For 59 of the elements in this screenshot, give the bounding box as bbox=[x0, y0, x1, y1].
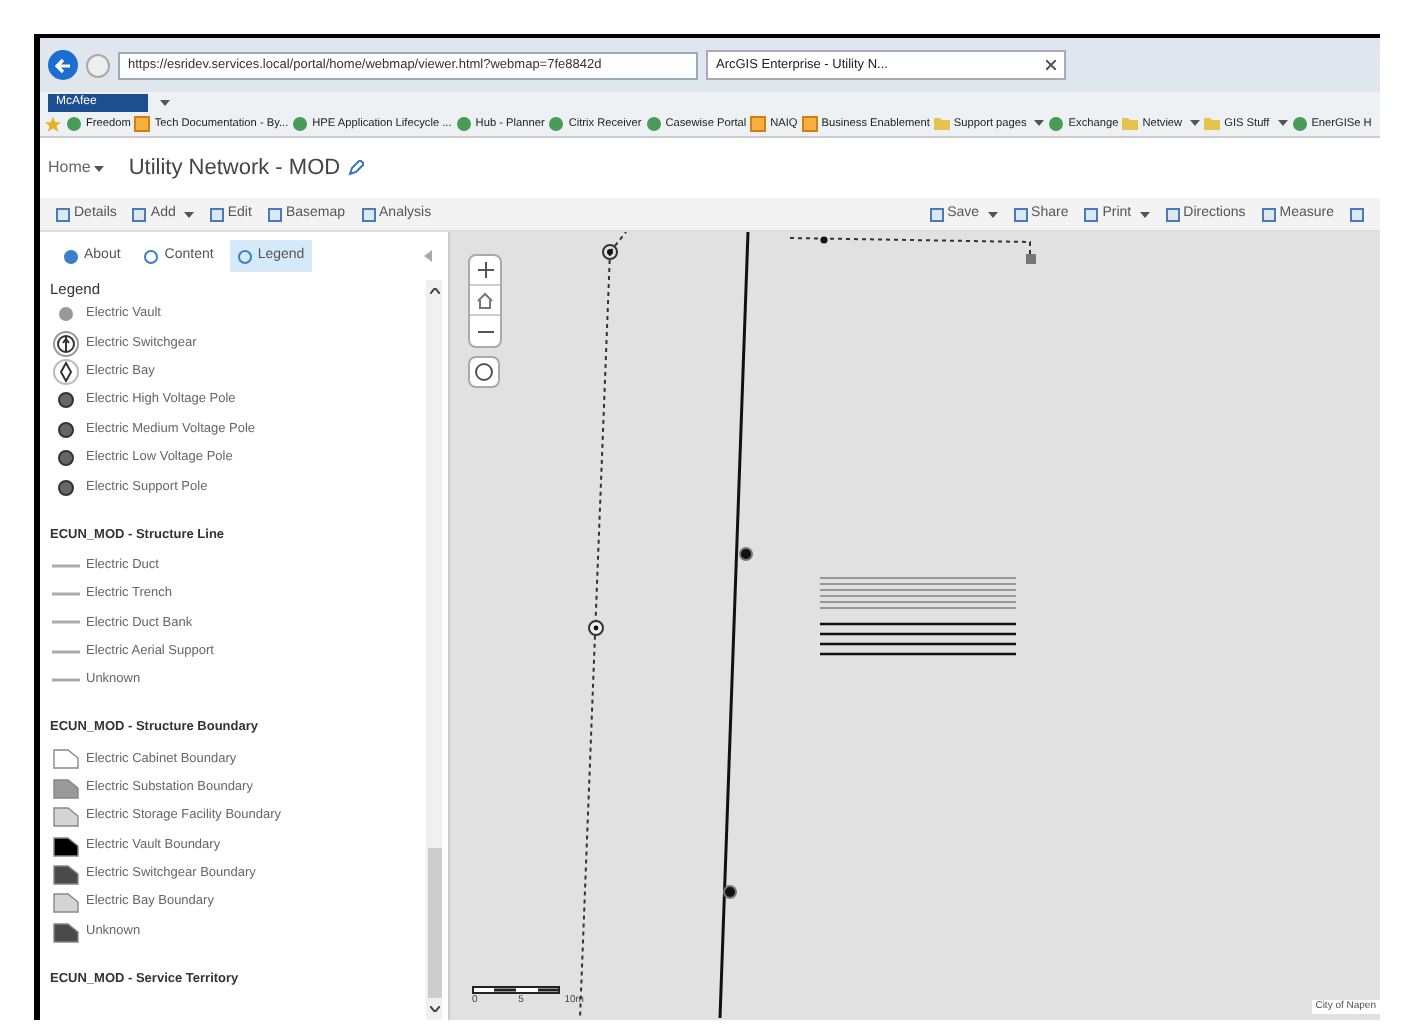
toolbar-icon bbox=[361, 207, 376, 221]
back-button[interactable] bbox=[48, 50, 78, 80]
toolbar-icon bbox=[1084, 207, 1099, 221]
caret-icon bbox=[94, 165, 105, 171]
scroll-down-icon[interactable] bbox=[429, 1006, 439, 1012]
site-icon bbox=[548, 115, 565, 132]
caret-icon bbox=[183, 211, 194, 217]
folder-icon bbox=[933, 116, 950, 131]
site-icon bbox=[645, 115, 662, 132]
caret-icon bbox=[1190, 120, 1201, 127]
switchgear-icon bbox=[52, 329, 80, 358]
home-icon bbox=[476, 291, 494, 309]
star-icon[interactable] bbox=[44, 115, 62, 133]
page-icon bbox=[801, 115, 818, 132]
scrollbar[interactable] bbox=[426, 280, 442, 1020]
plus-icon bbox=[477, 262, 493, 278]
toolbar-icon bbox=[1261, 207, 1276, 221]
toolbar-icon bbox=[56, 207, 70, 221]
toolbar-icon bbox=[1165, 207, 1180, 221]
site-icon bbox=[292, 115, 309, 132]
toolbar-icon bbox=[1013, 207, 1028, 221]
line-icon bbox=[52, 620, 80, 625]
pencil-icon[interactable] bbox=[348, 160, 365, 176]
tab-icon bbox=[64, 249, 78, 263]
folder-icon bbox=[1122, 116, 1139, 131]
toolbar-icon bbox=[267, 207, 282, 221]
tab-icon bbox=[237, 249, 252, 263]
tab-icon bbox=[144, 249, 159, 263]
scale-bar-icon bbox=[472, 985, 560, 993]
line-icon bbox=[52, 649, 80, 654]
minus-icon bbox=[477, 329, 493, 333]
toolbar-icon[interactable] bbox=[1350, 207, 1364, 221]
page-icon bbox=[134, 115, 151, 132]
site-icon bbox=[66, 115, 82, 132]
circle-icon bbox=[474, 362, 494, 382]
map-title: Utility Network - MOD bbox=[128, 153, 341, 184]
line-icon bbox=[52, 592, 80, 597]
toolbar-icon bbox=[132, 207, 147, 221]
caret-icon bbox=[1277, 120, 1288, 127]
caret-icon bbox=[160, 99, 170, 105]
toolbar-icon bbox=[209, 207, 224, 221]
toolbar-icon bbox=[929, 207, 944, 221]
page-icon bbox=[750, 115, 767, 132]
scroll-up-icon[interactable] bbox=[429, 288, 439, 294]
back-arrow-icon bbox=[54, 57, 72, 73]
folder-icon bbox=[1204, 116, 1221, 131]
line-icon bbox=[52, 678, 80, 683]
caret-icon bbox=[987, 211, 998, 217]
site-icon bbox=[1291, 115, 1308, 132]
locate-button[interactable] bbox=[468, 356, 500, 388]
site-icon bbox=[455, 115, 472, 132]
caret-icon bbox=[1034, 120, 1045, 127]
site-icon bbox=[1048, 115, 1065, 132]
close-icon[interactable] bbox=[1046, 60, 1056, 70]
scroll-thumb[interactable] bbox=[427, 848, 441, 998]
home-menu[interactable]: Home bbox=[48, 156, 105, 180]
zoom-in-button[interactable] bbox=[470, 256, 500, 286]
line-icon bbox=[52, 563, 80, 568]
caret-icon bbox=[1139, 211, 1150, 217]
